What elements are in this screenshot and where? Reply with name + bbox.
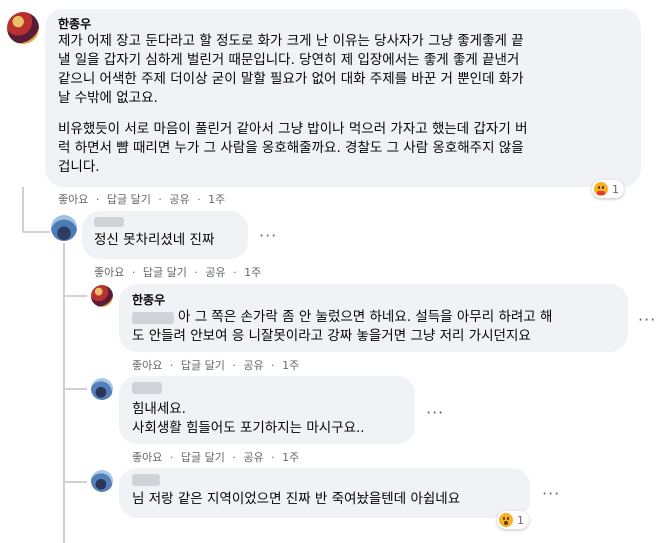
timestamp[interactable]: 1주 (282, 359, 299, 372)
separator: · (95, 193, 100, 206)
share-link[interactable]: 공유 (243, 451, 263, 464)
comment-actions: 좋아요 · 답글 달기 · 공유 · 1주 (94, 264, 261, 280)
like-link[interactable]: 좋아요 (58, 193, 88, 206)
separator: · (232, 451, 236, 464)
avatar[interactable] (51, 215, 77, 241)
share-link[interactable]: 공유 (205, 266, 225, 279)
like-link[interactable]: 좋아요 (132, 451, 162, 464)
thread-line (22, 231, 50, 233)
more-options-icon[interactable]: ··· (259, 226, 277, 245)
comment-author[interactable]: 한종우 (58, 15, 91, 32)
more-options-icon[interactable]: ··· (638, 310, 656, 329)
comment-text-line: 비유했듯이 서로 마음이 풀린거 같아서 그냥 밥이나 먹으러 가자고 했는데 … (58, 121, 528, 137)
comment-author[interactable]: 한종우 (132, 291, 165, 308)
timestamp[interactable]: 1주 (244, 266, 261, 279)
reply-link[interactable]: 답글 달기 (181, 359, 225, 372)
comment-text-line: 아 그 쪽은 손가락 좀 안 눌렀으면 하네요. 설득을 아무리 하려고 해 (178, 309, 553, 325)
comment-text-line: 같으니 어색한 주제 더이상 굳이 말할 필요가 없어 대화 주제를 바꾼 거 … (58, 71, 524, 87)
separator: · (194, 266, 198, 279)
reaction-count: 1 (517, 513, 524, 527)
comment-actions: 좋아요 · 답글 달기 · 공유 · 1주 (58, 191, 225, 207)
comment-text-line: 힘내세요. (132, 401, 186, 417)
more-options-icon[interactable]: ··· (542, 484, 560, 503)
thread-line (63, 388, 87, 390)
reaction-summary[interactable]: 1 (497, 511, 529, 529)
reply-link[interactable]: 답글 달기 (107, 193, 151, 206)
comment-text-line: 도 안들려 안보여 응 니잘못이라고 강짜 놓을거면 그냥 저리 가시던지요 (132, 328, 531, 344)
separator: · (271, 359, 275, 372)
reply-link[interactable]: 답글 달기 (143, 266, 187, 279)
timestamp[interactable]: 1주 (208, 193, 225, 206)
comment-text-line: 낼 일을 갑자기 심하게 벌린거 때문입니다. 당연히 제 입장에서는 좋게 좋… (58, 52, 520, 68)
thread-line (63, 295, 87, 297)
reaction-count: 1 (612, 182, 619, 196)
comment-text: 님 저랑 같은 지역이었으면 진짜 반 죽여놨을텐데 아쉽네요 (132, 491, 461, 507)
thread-line (63, 481, 87, 483)
wow-emoji-icon (499, 513, 513, 527)
avatar[interactable] (91, 378, 113, 400)
share-link[interactable]: 공유 (243, 359, 263, 372)
comment-actions: 좋아요 · 답글 달기 · 공유 · 1주 (132, 357, 299, 373)
reaction-summary[interactable]: 1 (592, 180, 624, 198)
timestamp[interactable]: 1주 (282, 451, 299, 464)
separator: · (232, 359, 236, 372)
redacted-author (132, 382, 162, 394)
separator: · (271, 451, 275, 464)
redacted-author (94, 217, 124, 227)
separator: · (233, 266, 237, 279)
more-options-icon[interactable]: ··· (426, 403, 444, 422)
separator: · (197, 193, 201, 206)
comment-actions: 좋아요 · 답글 달기 · 공유 · 1주 (132, 449, 299, 465)
redacted-author (132, 474, 160, 486)
separator: · (169, 359, 174, 372)
care-emoji-icon (594, 182, 608, 196)
like-link[interactable]: 좋아요 (132, 359, 162, 372)
reply-link[interactable]: 답글 달기 (181, 451, 225, 464)
avatar[interactable] (91, 470, 113, 492)
redacted-mention (132, 312, 174, 324)
comment-text-line: 사회생활 힘들어도 포기하지는 마시구요.. (132, 420, 365, 436)
thread-line (22, 187, 24, 232)
comment-text-line: 제가 어제 장고 둔다라고 할 정도로 화가 크게 난 이유는 당사자가 그냥 … (58, 33, 524, 49)
comment-text-line: 날 수밖에 없고요. (58, 90, 158, 106)
comment-text-line: 겁니다. (58, 159, 100, 175)
separator: · (158, 193, 162, 206)
share-link[interactable]: 공유 (169, 193, 189, 206)
thread-line (63, 243, 65, 543)
avatar[interactable] (91, 285, 113, 307)
comment-text: 정신 못차리셨네 진짜 (94, 232, 215, 248)
avatar[interactable] (7, 12, 39, 44)
separator: · (131, 266, 136, 279)
separator: · (169, 451, 174, 464)
like-link[interactable]: 좋아요 (94, 266, 124, 279)
comment-text-line: 럭 하면서 뺨 때리면 누가 그 사람을 옹호해줄까요. 경찰도 그 사람 옹호… (58, 140, 524, 156)
